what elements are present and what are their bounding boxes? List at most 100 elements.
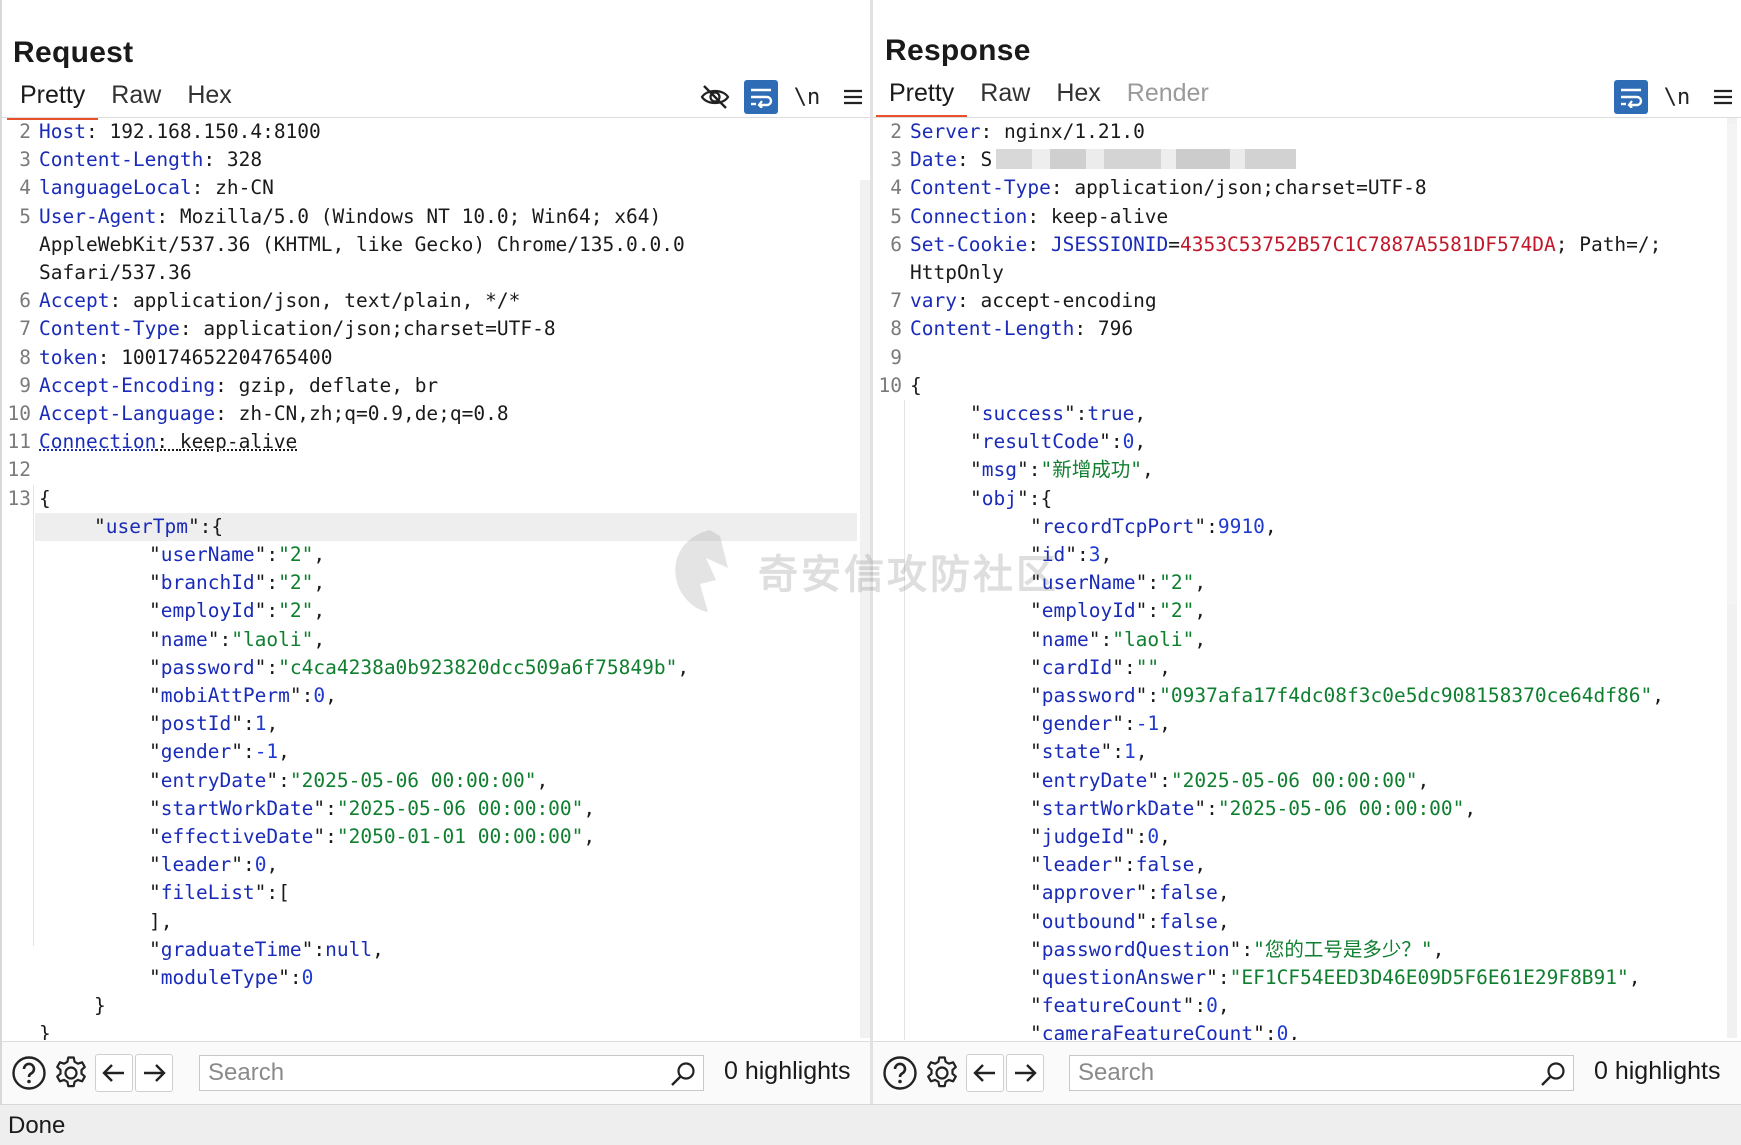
code-punct: "	[149, 571, 161, 595]
line-content: Accept-Encoding: gzip, deflate, br	[39, 372, 438, 400]
settings-gear-icon[interactable]	[52, 1054, 90, 1092]
code-punct: "	[1030, 909, 1042, 933]
code-token: "laoli"	[1112, 627, 1195, 651]
code-token: keep-alive	[179, 430, 298, 454]
code-token: gender	[160, 740, 232, 764]
code-punct: ,	[372, 937, 384, 961]
code-token: startWorkDate	[160, 796, 314, 820]
code-punct: ,	[266, 853, 279, 877]
line-number: 2	[890, 120, 902, 143]
code-punct: ,	[1628, 966, 1641, 989]
code-token: userName	[160, 543, 255, 566]
code-line: 4 languageLocal: zh-CN	[2, 174, 871, 202]
response-tab-hex[interactable]: Hex	[1043, 76, 1113, 115]
code-punct: ,	[1194, 571, 1207, 595]
response-scrollbar-thumb[interactable]	[1727, 124, 1737, 604]
settings-gear-icon[interactable]	[923, 1054, 961, 1092]
code-token: 9910	[1217, 514, 1265, 538]
line-content: "cardId":"",	[1030, 654, 1171, 682]
help-icon[interactable]	[881, 1054, 919, 1092]
code-punct: ,	[1159, 655, 1171, 679]
status-text: Done	[8, 1112, 66, 1139]
code-punct: "	[970, 458, 982, 482]
code-punct: ":	[313, 825, 337, 848]
line-number: 9	[890, 345, 902, 369]
request-panel: Request Pretty Raw Hex \n 2 Host: 192.168…	[0, 0, 871, 1104]
code-punct: ":	[1088, 627, 1113, 651]
code-punct: :	[956, 148, 981, 172]
code-token: postId	[160, 712, 232, 736]
menu-icon[interactable]	[1706, 80, 1740, 114]
next-arrow-icon[interactable]	[135, 1054, 173, 1092]
response-highlights-count: 0 highlights	[1594, 1057, 1721, 1085]
code-line: 2 Server: nginx/1.21.0	[873, 118, 1741, 146]
code-punct: ":	[1229, 937, 1254, 961]
response-editor[interactable]: 2 Server: nginx/1.21.0 3 Date: S 4 Content-Ty…	[873, 118, 1741, 1040]
request-tabs: Pretty Raw Hex	[7, 78, 245, 120]
line-content: "leader":false,	[1030, 851, 1206, 879]
code-punct: ,	[1217, 909, 1230, 933]
request-tab-raw[interactable]: Raw	[98, 78, 174, 117]
code-line: 8 Content-Length: 796	[873, 315, 1741, 343]
help-icon[interactable]	[10, 1054, 48, 1092]
request-editor[interactable]: 2 Host: 192.168.150.4:8100 3 Content-Length…	[2, 118, 871, 1040]
line-number: 4	[19, 176, 31, 200]
code-token: zh-CN,zh;q=0.9,de;q=0.8	[238, 402, 509, 425]
response-toolbar: \n	[1614, 80, 1741, 114]
code-punct: "	[149, 937, 161, 961]
code-punct: ":	[313, 796, 337, 820]
code-token: "2"	[1159, 571, 1195, 595]
code-punct: "	[149, 543, 161, 566]
line-content: "employId":"2",	[1030, 597, 1206, 625]
hide-nonprintable-eye-slash-icon[interactable]	[698, 80, 732, 114]
code-punct: "	[149, 740, 161, 764]
code-punct: "	[1030, 853, 1042, 877]
previous-arrow-icon[interactable]	[966, 1054, 1004, 1092]
code-punct: ,	[1159, 825, 1171, 848]
response-tab-pretty[interactable]: Pretty	[876, 76, 968, 118]
code-line: Safari/537.36	[2, 259, 871, 287]
code-token: name	[160, 627, 208, 651]
code-token: "laoli"	[231, 627, 314, 651]
line-content: "userName":"2",	[1030, 569, 1206, 597]
code-punct: ,	[1134, 430, 1147, 454]
code-line: 5 Connection: keep-alive	[873, 203, 1741, 231]
code-token: Host	[39, 120, 86, 143]
line-content: "entryDate":"2025-05-06 00:00:00",	[149, 767, 548, 795]
show-newlines-icon[interactable]: \n	[790, 80, 824, 114]
code-line: 13 {	[2, 485, 871, 513]
line-content: "questionAnswer":"EF1CF54EED3D46E09D5F6E…	[1030, 964, 1641, 992]
request-tab-hex[interactable]: Hex	[174, 78, 244, 117]
code-punct: ":	[254, 543, 279, 566]
next-arrow-icon[interactable]	[1006, 1054, 1044, 1092]
previous-arrow-icon[interactable]	[95, 1054, 133, 1092]
word-wrap-icon[interactable]	[1614, 80, 1648, 114]
code-line: 6 Set-Cookie: JSESSIONID=4353C53752B57C1C…	[873, 231, 1741, 259]
response-search-field[interactable]	[1069, 1055, 1574, 1091]
code-token: application/json;charset=UTF-8	[1074, 176, 1427, 200]
word-wrap-icon[interactable]	[744, 80, 778, 114]
request-search-field[interactable]	[199, 1055, 704, 1091]
line-content: "approver":false,	[1030, 879, 1230, 907]
code-punct: "	[149, 768, 161, 792]
indent-guide	[33, 484, 34, 946]
code-token: Mozilla/5.0 (Windows NT 10.0; Win64; x64…	[179, 204, 662, 228]
response-tab-raw[interactable]: Raw	[967, 76, 1043, 115]
line-number: 5	[890, 204, 902, 228]
request-scrollbar[interactable]	[860, 180, 870, 1038]
line-content: "featureCount":0,	[1030, 992, 1230, 1020]
code-punct: "	[1030, 599, 1042, 623]
request-search-input[interactable]	[200, 1056, 703, 1090]
line-content: Host: 192.168.150.4:8100	[39, 118, 321, 146]
line-number: 8	[890, 317, 902, 341]
show-newlines-icon[interactable]: \n	[1660, 80, 1694, 114]
code-line: "startWorkDate":"2025-05-06 00:00:00",	[2, 795, 871, 823]
code-punct: ,	[1134, 402, 1147, 425]
response-tab-render[interactable]: Render	[1114, 76, 1222, 115]
code-punct: "	[1030, 684, 1042, 707]
response-search-input[interactable]	[1070, 1056, 1573, 1090]
code-punct: "	[1030, 543, 1042, 566]
line-content: Server: nginx/1.21.0	[910, 118, 1145, 146]
menu-icon[interactable]	[836, 80, 870, 114]
request-tab-pretty[interactable]: Pretty	[7, 78, 99, 120]
